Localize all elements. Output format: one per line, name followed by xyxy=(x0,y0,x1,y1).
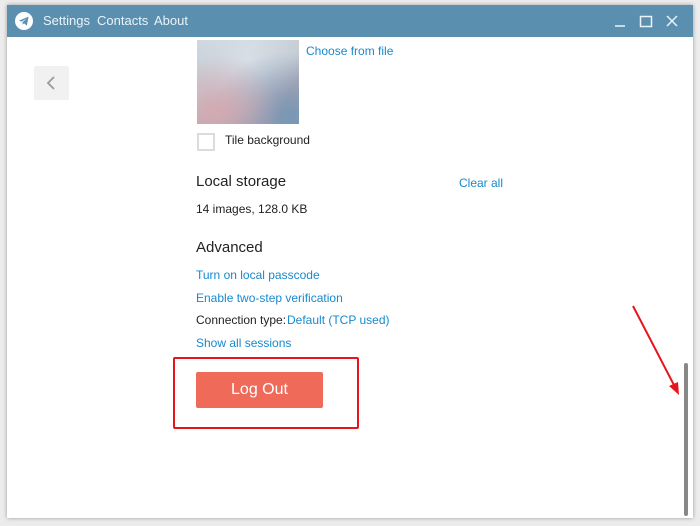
back-button[interactable] xyxy=(34,66,69,100)
local-passcode-link[interactable]: Turn on local passcode xyxy=(196,268,320,283)
connection-type-link[interactable]: Default (TCP used) xyxy=(287,313,390,328)
local-storage-summary: 14 images, 128.0 KB xyxy=(196,202,308,216)
show-all-sessions-link[interactable]: Show all sessions xyxy=(196,336,291,351)
menu-settings[interactable]: Settings xyxy=(43,13,90,29)
telegram-window: Settings Contacts About Choose from file… xyxy=(7,5,693,518)
maximize-icon[interactable] xyxy=(636,11,656,31)
local-storage-title: Local storage xyxy=(196,173,287,190)
chevron-left-icon xyxy=(46,76,55,90)
annotation-arrow xyxy=(632,305,679,395)
menu-about[interactable]: About xyxy=(154,13,188,29)
two-step-verification-link[interactable]: Enable two-step verification xyxy=(196,291,343,306)
menu-contacts[interactable]: Contacts xyxy=(97,13,148,29)
telegram-logo-icon xyxy=(15,12,33,30)
tile-background-label: Tile background xyxy=(225,133,310,147)
advanced-title: Advanced xyxy=(196,239,263,256)
tile-background-checkbox[interactable] xyxy=(197,133,215,151)
scrollbar-thumb[interactable] xyxy=(684,363,688,516)
close-icon[interactable] xyxy=(662,11,682,31)
minimize-icon[interactable] xyxy=(610,11,630,31)
title-bar: Settings Contacts About xyxy=(7,5,693,37)
choose-from-file-link[interactable]: Choose from file xyxy=(306,44,393,59)
annotation-highlight-box xyxy=(173,357,359,429)
chat-background-thumbnail[interactable] xyxy=(197,40,299,124)
clear-all-link[interactable]: Clear all xyxy=(459,176,503,191)
connection-type-label: Connection type: xyxy=(196,313,287,327)
